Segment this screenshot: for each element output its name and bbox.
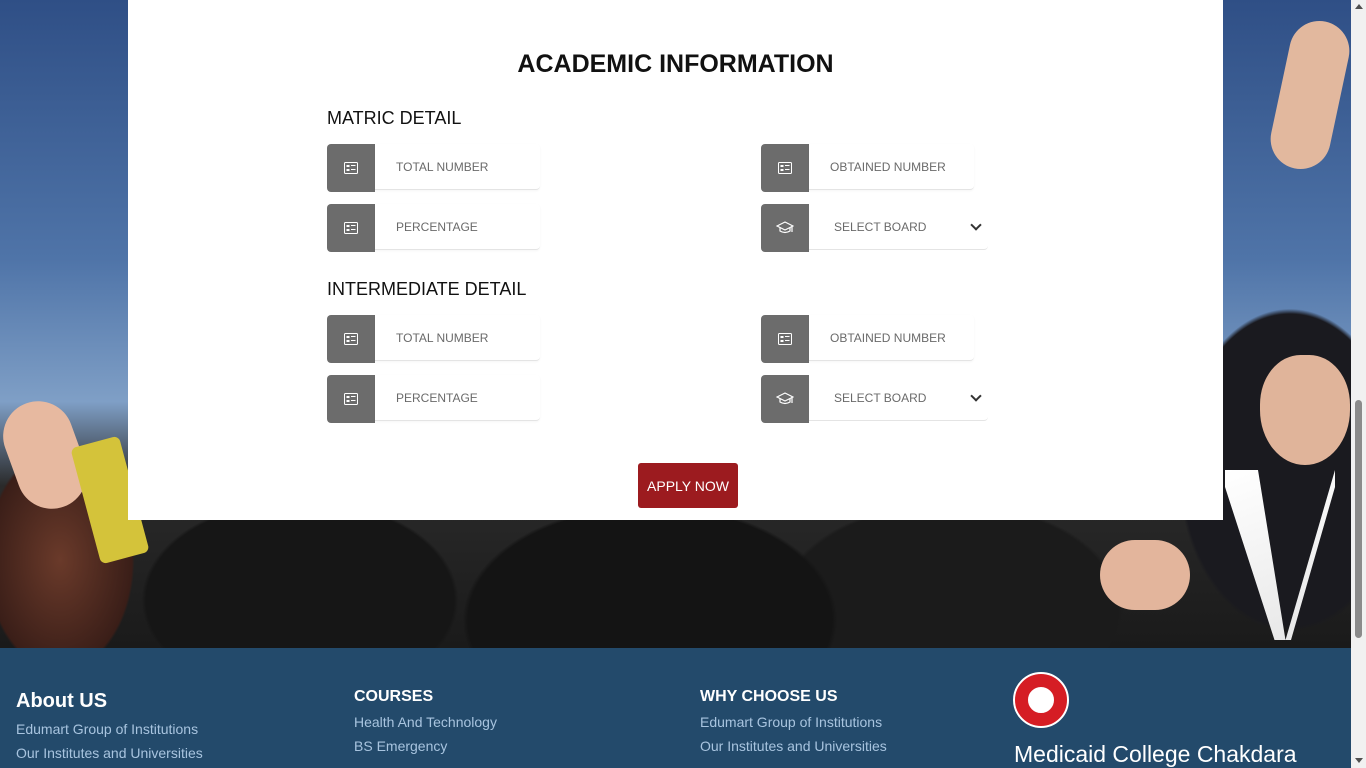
site-footer: About US Edumart Group of Institutions O…: [0, 648, 1351, 768]
footer-link[interactable]: Health And Technology: [354, 714, 497, 730]
intermediate-obtained-field[interactable]: OBTAINED NUMBER: [761, 315, 974, 363]
intermediate-board-field[interactable]: SELECT BOARD: [761, 375, 988, 423]
academic-form-card: ACADEMIC INFORMATION MATRIC DETAIL TOTAL…: [128, 0, 1223, 520]
matric-board-select-value: SELECT BOARD: [834, 219, 927, 234]
graduation-cap-icon: [761, 375, 809, 423]
intermediate-percentage-field[interactable]: PERCENTAGE: [327, 375, 540, 423]
id-card-icon: [761, 315, 809, 363]
footer-why-heading: WHY CHOOSE US: [700, 688, 838, 705]
footer-about-heading: About US: [16, 690, 108, 712]
id-card-icon: [327, 375, 375, 423]
background-photo-detail: [1100, 540, 1190, 610]
graduation-cap-icon: [761, 204, 809, 252]
matric-total-field[interactable]: TOTAL NUMBER: [327, 144, 540, 192]
matric-obtained-field[interactable]: OBTAINED NUMBER: [761, 144, 974, 192]
page-scrollbar[interactable]: [1351, 0, 1366, 768]
footer-link[interactable]: Edumart Group of Institutions: [700, 714, 887, 730]
intermediate-heading: INTERMEDIATE DETAIL: [327, 279, 527, 299]
matric-percentage-input[interactable]: PERCENTAGE: [375, 204, 540, 250]
footer-link[interactable]: Our Institutes and Universities: [16, 745, 203, 761]
intermediate-total-input[interactable]: TOTAL NUMBER: [375, 315, 540, 361]
intermediate-total-field[interactable]: TOTAL NUMBER: [327, 315, 540, 363]
footer-courses-column: COURSES Health And Technology BS Emergen…: [354, 688, 497, 754]
chevron-down-icon: [970, 218, 982, 231]
brand-name: Medicaid College Chakdara: [1014, 741, 1297, 767]
footer-about-column: About US Edumart Group of Institutions O…: [16, 690, 203, 761]
matric-board-field[interactable]: SELECT BOARD: [761, 204, 988, 252]
matric-heading: MATRIC DETAIL: [327, 108, 462, 128]
intermediate-percentage-input[interactable]: PERCENTAGE: [375, 375, 540, 421]
scrollbar-thumb[interactable]: [1355, 400, 1362, 638]
scroll-down-icon[interactable]: [1355, 758, 1363, 763]
matric-board-select[interactable]: SELECT BOARD: [809, 204, 988, 250]
chevron-down-icon: [970, 389, 982, 402]
id-card-icon: [327, 204, 375, 252]
intermediate-board-select[interactable]: SELECT BOARD: [809, 375, 988, 421]
background-photo-detail: [1260, 355, 1350, 465]
scroll-up-icon[interactable]: [1355, 4, 1363, 9]
id-card-icon: [327, 315, 375, 363]
matric-percentage-field[interactable]: PERCENTAGE: [327, 204, 540, 252]
footer-courses-heading: COURSES: [354, 688, 434, 705]
page-title: ACADEMIC INFORMATION: [517, 50, 834, 78]
id-card-icon: [327, 144, 375, 192]
id-card-icon: [761, 144, 809, 192]
apply-now-button[interactable]: APPLY NOW: [638, 463, 738, 508]
college-logo-emblem: [1026, 685, 1056, 715]
footer-link[interactable]: Edumart Group of Institutions: [16, 721, 203, 737]
college-logo[interactable]: [1013, 672, 1069, 728]
intermediate-board-select-value: SELECT BOARD: [834, 390, 927, 405]
footer-why-column: WHY CHOOSE US Edumart Group of Instituti…: [700, 688, 887, 754]
matric-total-input[interactable]: TOTAL NUMBER: [375, 144, 540, 190]
matric-obtained-input[interactable]: OBTAINED NUMBER: [809, 144, 974, 190]
intermediate-obtained-input[interactable]: OBTAINED NUMBER: [809, 315, 974, 361]
footer-link[interactable]: BS Emergency: [354, 738, 497, 754]
footer-link[interactable]: Our Institutes and Universities: [700, 738, 887, 754]
